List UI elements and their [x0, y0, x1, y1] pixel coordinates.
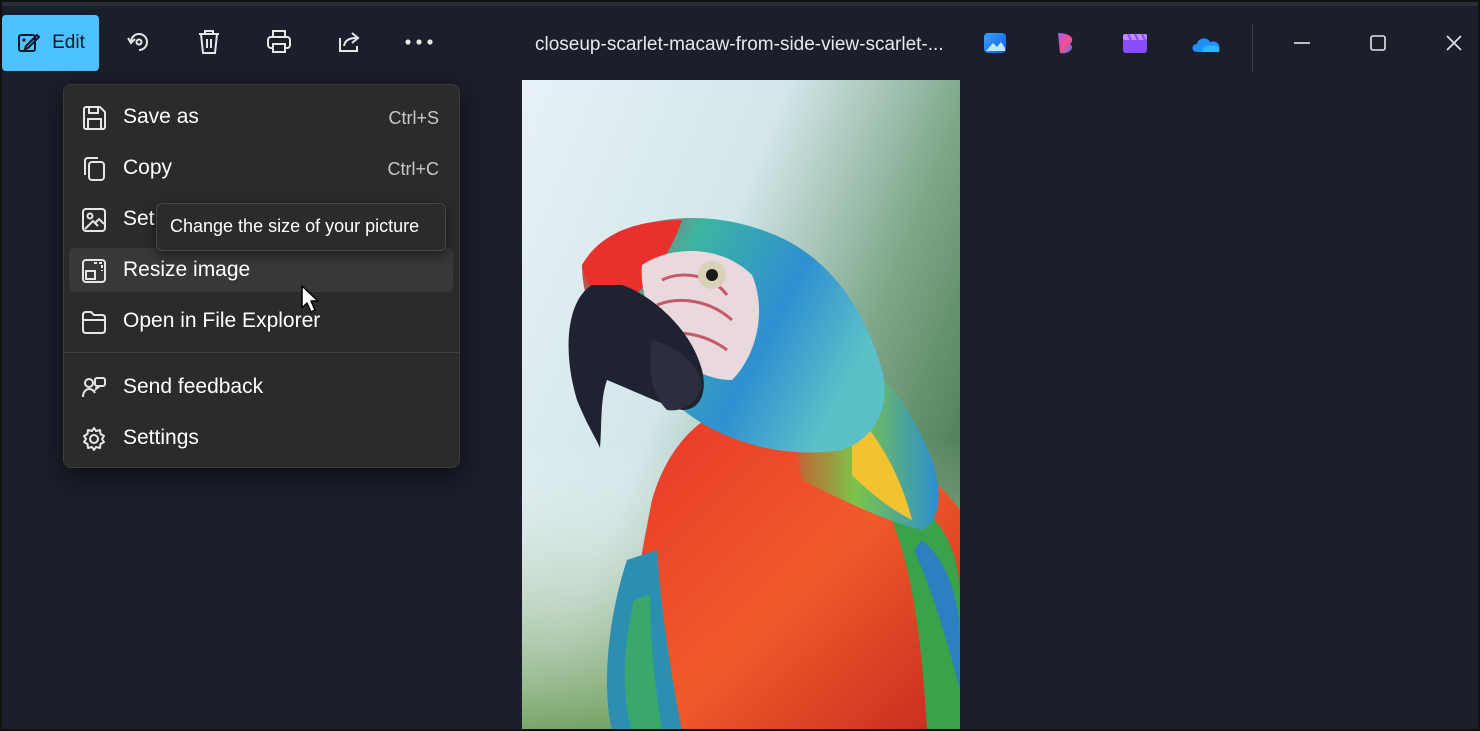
- file-name: closeup-scarlet-macaw-from-side-view-sca…: [535, 34, 944, 55]
- mouse-cursor-icon: [301, 285, 319, 313]
- photos-app-window: Edit closeup-scarlet-macaw-from-side-vie…: [0, 0, 1480, 731]
- edit-label: Edit: [52, 32, 85, 53]
- menu-item-send-feedback[interactable]: Send feedback: [69, 365, 453, 409]
- menu-item-label: Save as: [123, 105, 199, 128]
- clipchamp-icon[interactable]: [1052, 30, 1078, 56]
- feedback-icon: [82, 377, 106, 398]
- menu-item-label: Send feedback: [123, 375, 264, 398]
- rotate-icon[interactable]: [123, 26, 155, 58]
- menu-item-label: Set: [123, 207, 155, 230]
- print-icon[interactable]: [263, 26, 295, 58]
- menu-item-label: Open in File Explorer: [123, 309, 321, 332]
- resize-icon: [82, 259, 106, 283]
- menu-divider: [64, 352, 459, 353]
- menu-item-label: Resize image: [123, 258, 251, 281]
- share-icon[interactable]: [333, 26, 365, 58]
- overflow-menu: Save as Ctrl+S Copy Ctrl+C Set Resize im…: [63, 84, 460, 468]
- onedrive-icon[interactable]: [1189, 30, 1223, 56]
- tooltip: Change the size of your picture: [156, 203, 446, 251]
- menu-item-label: Copy: [123, 156, 173, 179]
- menu-item-save-as[interactable]: Save as Ctrl+S: [69, 95, 453, 139]
- toolbar-divider: [1252, 24, 1253, 72]
- menu-item-label: Settings: [123, 426, 199, 449]
- edit-pencil-icon: [18, 33, 41, 52]
- maximize-icon[interactable]: [1358, 26, 1398, 60]
- macaw-photo[interactable]: [522, 80, 960, 729]
- tooltip-text: Change the size of your picture: [170, 216, 420, 236]
- more-icon[interactable]: [403, 26, 435, 58]
- copy-icon: [84, 157, 105, 181]
- save-icon: [83, 106, 106, 130]
- delete-icon[interactable]: [193, 26, 225, 58]
- menu-item-shortcut: Ctrl+S: [388, 108, 439, 128]
- menu-item-shortcut: Ctrl+C: [387, 159, 439, 179]
- toolbar: Edit closeup-scarlet-macaw-from-side-vie…: [2, 6, 1478, 78]
- menu-item-settings[interactable]: Settings: [69, 416, 453, 460]
- video-editor-icon[interactable]: [1121, 30, 1147, 56]
- edit-button[interactable]: Edit: [2, 15, 99, 71]
- menu-item-open-in-file-explorer[interactable]: Open in File Explorer: [69, 299, 453, 343]
- menu-item-resize-image[interactable]: Resize image: [69, 248, 453, 292]
- settings-icon: [83, 427, 105, 451]
- minimize-icon[interactable]: [1282, 26, 1322, 60]
- photos-app-icon[interactable]: [982, 30, 1008, 56]
- folder-icon: [82, 311, 106, 334]
- set-as-icon: [82, 208, 106, 232]
- close-icon[interactable]: [1434, 26, 1474, 60]
- menu-item-copy[interactable]: Copy Ctrl+C: [69, 146, 453, 190]
